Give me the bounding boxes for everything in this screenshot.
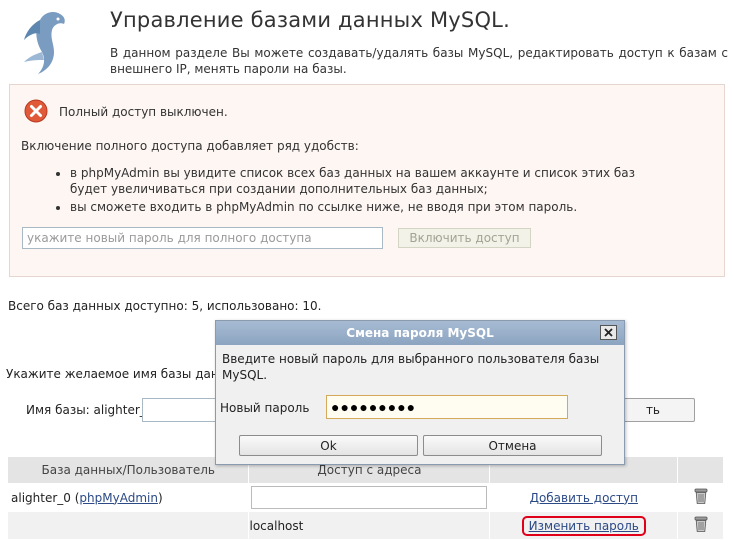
address-cell	[248, 483, 491, 512]
address-cell: localhost	[248, 511, 491, 540]
page-description: В данном разделе Вы можете создавать/уда…	[110, 46, 728, 76]
phpmyadmin-link[interactable]: phpMyAdmin	[79, 491, 158, 505]
cancel-button[interactable]: Отмена	[423, 435, 602, 456]
trash-icon[interactable]	[693, 515, 709, 536]
action-cell: Изменить пароль	[489, 511, 679, 540]
ok-button[interactable]: Ok	[239, 435, 418, 456]
table-row: alighter_0 (phpMyAdmin) Добавить доступ	[6, 483, 724, 512]
full-access-panel: Полный доступ выключен. Включение полног…	[9, 84, 725, 277]
databases-table: База данных/Пользователь Доступ с адреса…	[6, 456, 724, 540]
db-count-text: Всего баз данных доступно: 5, использова…	[8, 299, 322, 313]
close-button[interactable]	[600, 325, 617, 340]
db-link-paren-close: )	[157, 490, 163, 505]
delete-cell	[677, 511, 724, 540]
full-access-password-input[interactable]	[22, 227, 383, 249]
column-header-delete	[677, 456, 724, 484]
db-name-label: Имя базы: alighter_	[26, 403, 146, 417]
table-row: localhost Изменить пароль	[6, 511, 724, 540]
db-cell: alighter_0 (phpMyAdmin)	[6, 483, 250, 512]
dialog-message: Введите новый пароль для выбранного поль…	[222, 352, 600, 382]
change-password-dialog: Смена пароля MySQL Введите новый пароль …	[215, 320, 625, 465]
db-name: alighter_0	[11, 490, 71, 505]
highlight-box: Изменить пароль	[521, 515, 646, 536]
mysql-dolphin-icon	[14, 8, 74, 78]
new-password-input[interactable]	[326, 395, 568, 419]
action-cell: Добавить доступ	[489, 483, 679, 512]
db-name-input[interactable]	[142, 398, 222, 422]
access-address: localhost	[249, 518, 304, 533]
add-access-link[interactable]: Добавить доступ	[530, 491, 638, 505]
db-name-prompt: Укажите желаемое имя базы данн	[6, 367, 227, 381]
change-password-link[interactable]: Изменить пароль	[529, 519, 639, 533]
dialog-title: Смена пароля MySQL	[346, 326, 494, 340]
full-access-intro: Включение полного доступа добавляет ряд …	[21, 139, 359, 153]
list-item: вы сможете входить в phpMyAdmin по ссылк…	[70, 199, 661, 215]
page-title: Управление базами данных MySQL.	[110, 8, 510, 32]
error-x-icon	[24, 99, 48, 123]
benefits-list: в phpMyAdmin вы увидите список всех баз …	[51, 165, 661, 217]
column-header-db-user: База данных/Пользователь	[6, 456, 250, 484]
list-item: в phpMyAdmin вы увидите список всех баз …	[70, 165, 661, 197]
db-cell	[6, 511, 250, 540]
enable-access-button[interactable]: Включить доступ	[398, 228, 531, 248]
access-address-input[interactable]	[251, 486, 488, 509]
close-icon	[604, 328, 613, 337]
new-password-label: Новый пароль	[220, 401, 310, 415]
delete-cell	[677, 483, 724, 512]
full-access-status: Полный доступ выключен.	[59, 105, 228, 119]
trash-icon[interactable]	[693, 487, 709, 508]
